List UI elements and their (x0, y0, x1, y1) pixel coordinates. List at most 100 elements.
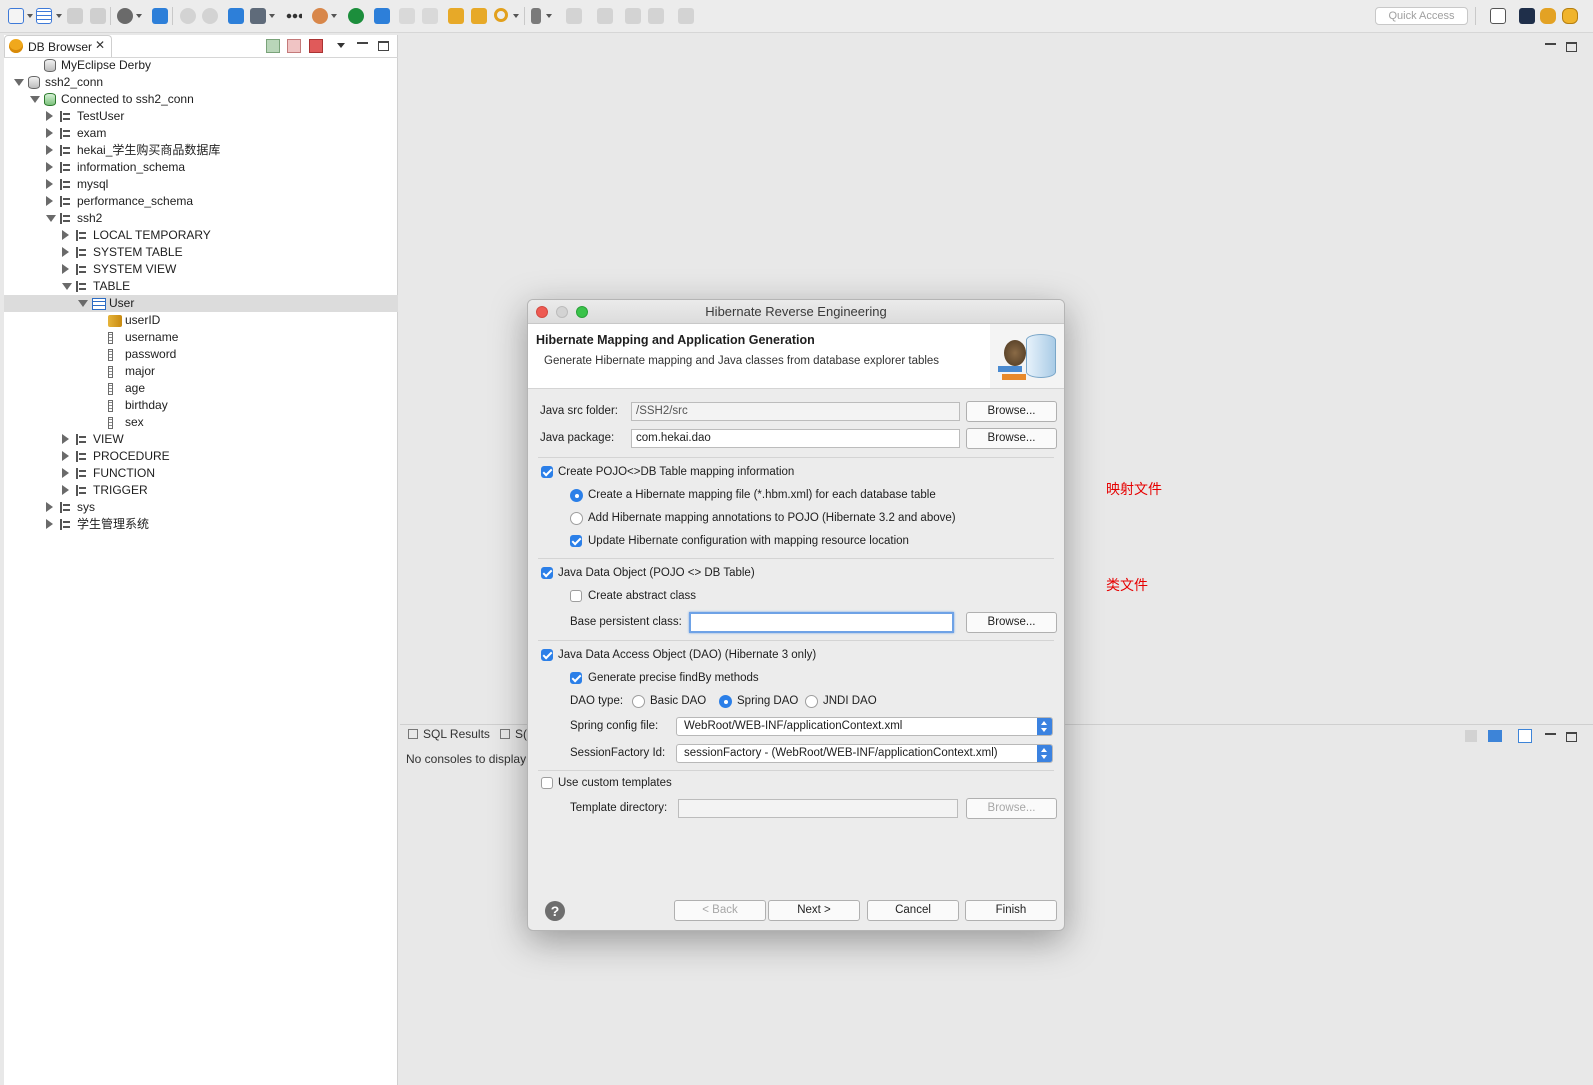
tree-item[interactable]: TestUser (4, 108, 398, 125)
pin-console-icon[interactable] (1465, 730, 1477, 742)
chevron-right-icon[interactable] (62, 264, 69, 274)
folder-disabled-icon[interactable] (399, 8, 415, 24)
open-folder-icon[interactable] (448, 8, 464, 24)
maximize-icon[interactable] (378, 41, 389, 51)
tree-item[interactable]: PROCEDURE (4, 448, 398, 465)
display-console-icon[interactable] (1488, 730, 1502, 742)
java-data-object-checkbox[interactable] (541, 567, 553, 579)
close-window-button[interactable] (536, 306, 548, 318)
session-factory-select[interactable]: sessionFactory - (WebRoot/WEB-INF/applic… (676, 744, 1053, 763)
browse-base-class-button[interactable]: Browse... (966, 612, 1057, 633)
tree-item[interactable]: hekai_学生购买商品数据库 (4, 142, 398, 159)
minimize-icon[interactable] (1545, 733, 1556, 735)
jndi-dao-radio[interactable] (805, 695, 818, 708)
tree-item[interactable]: sex (4, 414, 398, 431)
chevron-right-icon[interactable] (46, 128, 53, 138)
minimize-window-button[interactable] (556, 306, 568, 318)
tree-item[interactable]: TABLE (4, 278, 398, 295)
annotations-radio[interactable] (570, 512, 583, 525)
search-icon[interactable] (494, 8, 508, 22)
tree-item[interactable]: TRIGGER (4, 482, 398, 499)
custom-templates-checkbox[interactable] (541, 777, 553, 789)
base-class-field[interactable] (689, 612, 954, 633)
minimize-icon[interactable] (357, 42, 368, 44)
tree-item[interactable]: userID (4, 312, 398, 329)
database-perspective-icon[interactable] (1540, 8, 1556, 24)
create-pojo-checkbox[interactable] (541, 466, 553, 478)
chevron-right-icon[interactable] (46, 196, 53, 206)
tab-second[interactable]: S( (500, 727, 527, 747)
last-edit-icon[interactable] (625, 8, 641, 24)
tree-item[interactable]: MyEclipse Derby (4, 57, 398, 74)
help-icon[interactable]: ? (545, 901, 565, 921)
deploy-icon[interactable] (228, 8, 244, 24)
spring-config-select[interactable]: WebRoot/WEB-INF/applicationContext.xml (676, 717, 1053, 736)
delete-connection-icon[interactable] (309, 39, 323, 53)
person-icon[interactable] (117, 8, 133, 24)
bookmark-icon[interactable] (531, 8, 541, 24)
view-menu-icon[interactable] (337, 43, 345, 48)
chevron-right-icon[interactable] (46, 502, 53, 512)
forward-icon[interactable] (678, 8, 694, 24)
chevron-right-icon[interactable] (62, 468, 69, 478)
tree-item[interactable]: birthday (4, 397, 398, 414)
chevron-down-icon[interactable] (30, 96, 40, 103)
new-console-icon[interactable] (1518, 729, 1532, 743)
tree-item[interactable]: ssh2_conn (4, 74, 398, 91)
chevron-down-icon[interactable] (513, 14, 519, 18)
power-icon[interactable] (348, 8, 364, 24)
open-type-icon[interactable] (471, 8, 487, 24)
chevron-right-icon[interactable] (62, 230, 69, 240)
db-browser-perspective-icon[interactable] (1562, 8, 1578, 24)
chevron-right-icon[interactable] (46, 145, 53, 155)
package-field[interactable]: com.hekai.dao (631, 429, 960, 448)
src-folder-field[interactable]: /SSH2/src (631, 402, 960, 421)
browse-template-dir-button[interactable]: Browse... (966, 798, 1057, 819)
palette-icon[interactable] (312, 8, 328, 24)
tree-item[interactable]: major (4, 363, 398, 380)
chevron-down-icon[interactable] (27, 14, 33, 18)
disconnect-icon[interactable] (287, 39, 301, 53)
tree-item[interactable]: User (4, 295, 398, 312)
save-icon[interactable] (67, 8, 83, 24)
grid-icon[interactable] (374, 8, 390, 24)
chevron-right-icon[interactable] (46, 111, 53, 121)
annotation-next-icon[interactable] (566, 8, 582, 24)
chevron-down-icon[interactable] (56, 14, 62, 18)
chevron-right-icon[interactable] (62, 247, 69, 257)
abstract-class-checkbox[interactable] (570, 590, 582, 602)
chevron-right-icon[interactable] (46, 179, 53, 189)
chevron-right-icon[interactable] (46, 162, 53, 172)
back-icon[interactable] (648, 8, 664, 24)
tree-item[interactable]: FUNCTION (4, 465, 398, 482)
save-all-icon[interactable] (90, 8, 106, 24)
chevron-down-icon[interactable] (546, 14, 552, 18)
chevron-down-icon[interactable] (14, 79, 24, 86)
tree-item[interactable]: Connected to ssh2_conn (4, 91, 398, 108)
dots-icon[interactable] (286, 8, 302, 24)
browse-package-button[interactable]: Browse... (966, 428, 1057, 449)
chevron-right-icon[interactable] (46, 519, 53, 529)
tab-db-browser[interactable]: DB Browser ✕ (4, 35, 112, 57)
tree-item[interactable]: 学生管理系统 (4, 516, 398, 533)
folder-disabled-icon[interactable] (422, 8, 438, 24)
minimize-icon[interactable] (1545, 43, 1556, 45)
new-connection-icon[interactable] (266, 39, 280, 53)
browse-src-folder-button[interactable]: Browse... (966, 401, 1057, 422)
chevron-right-icon[interactable] (62, 434, 69, 444)
maximize-icon[interactable] (1566, 42, 1577, 52)
myeclipse-perspective-icon[interactable] (1519, 8, 1535, 24)
maximize-icon[interactable] (1566, 732, 1577, 742)
chevron-right-icon[interactable] (62, 451, 69, 461)
tree-item[interactable]: SYSTEM TABLE (4, 244, 398, 261)
tree-item[interactable]: exam (4, 125, 398, 142)
hbm-file-radio[interactable] (570, 489, 583, 502)
chevron-right-icon[interactable] (62, 485, 69, 495)
tree-item[interactable]: age (4, 380, 398, 397)
tree-item[interactable]: ssh2 (4, 210, 398, 227)
close-icon[interactable]: ✕ (95, 38, 105, 52)
chevron-down-icon[interactable] (136, 14, 142, 18)
new-icon[interactable] (8, 8, 24, 24)
tree-item[interactable]: VIEW (4, 431, 398, 448)
monitor-icon[interactable] (152, 8, 168, 24)
